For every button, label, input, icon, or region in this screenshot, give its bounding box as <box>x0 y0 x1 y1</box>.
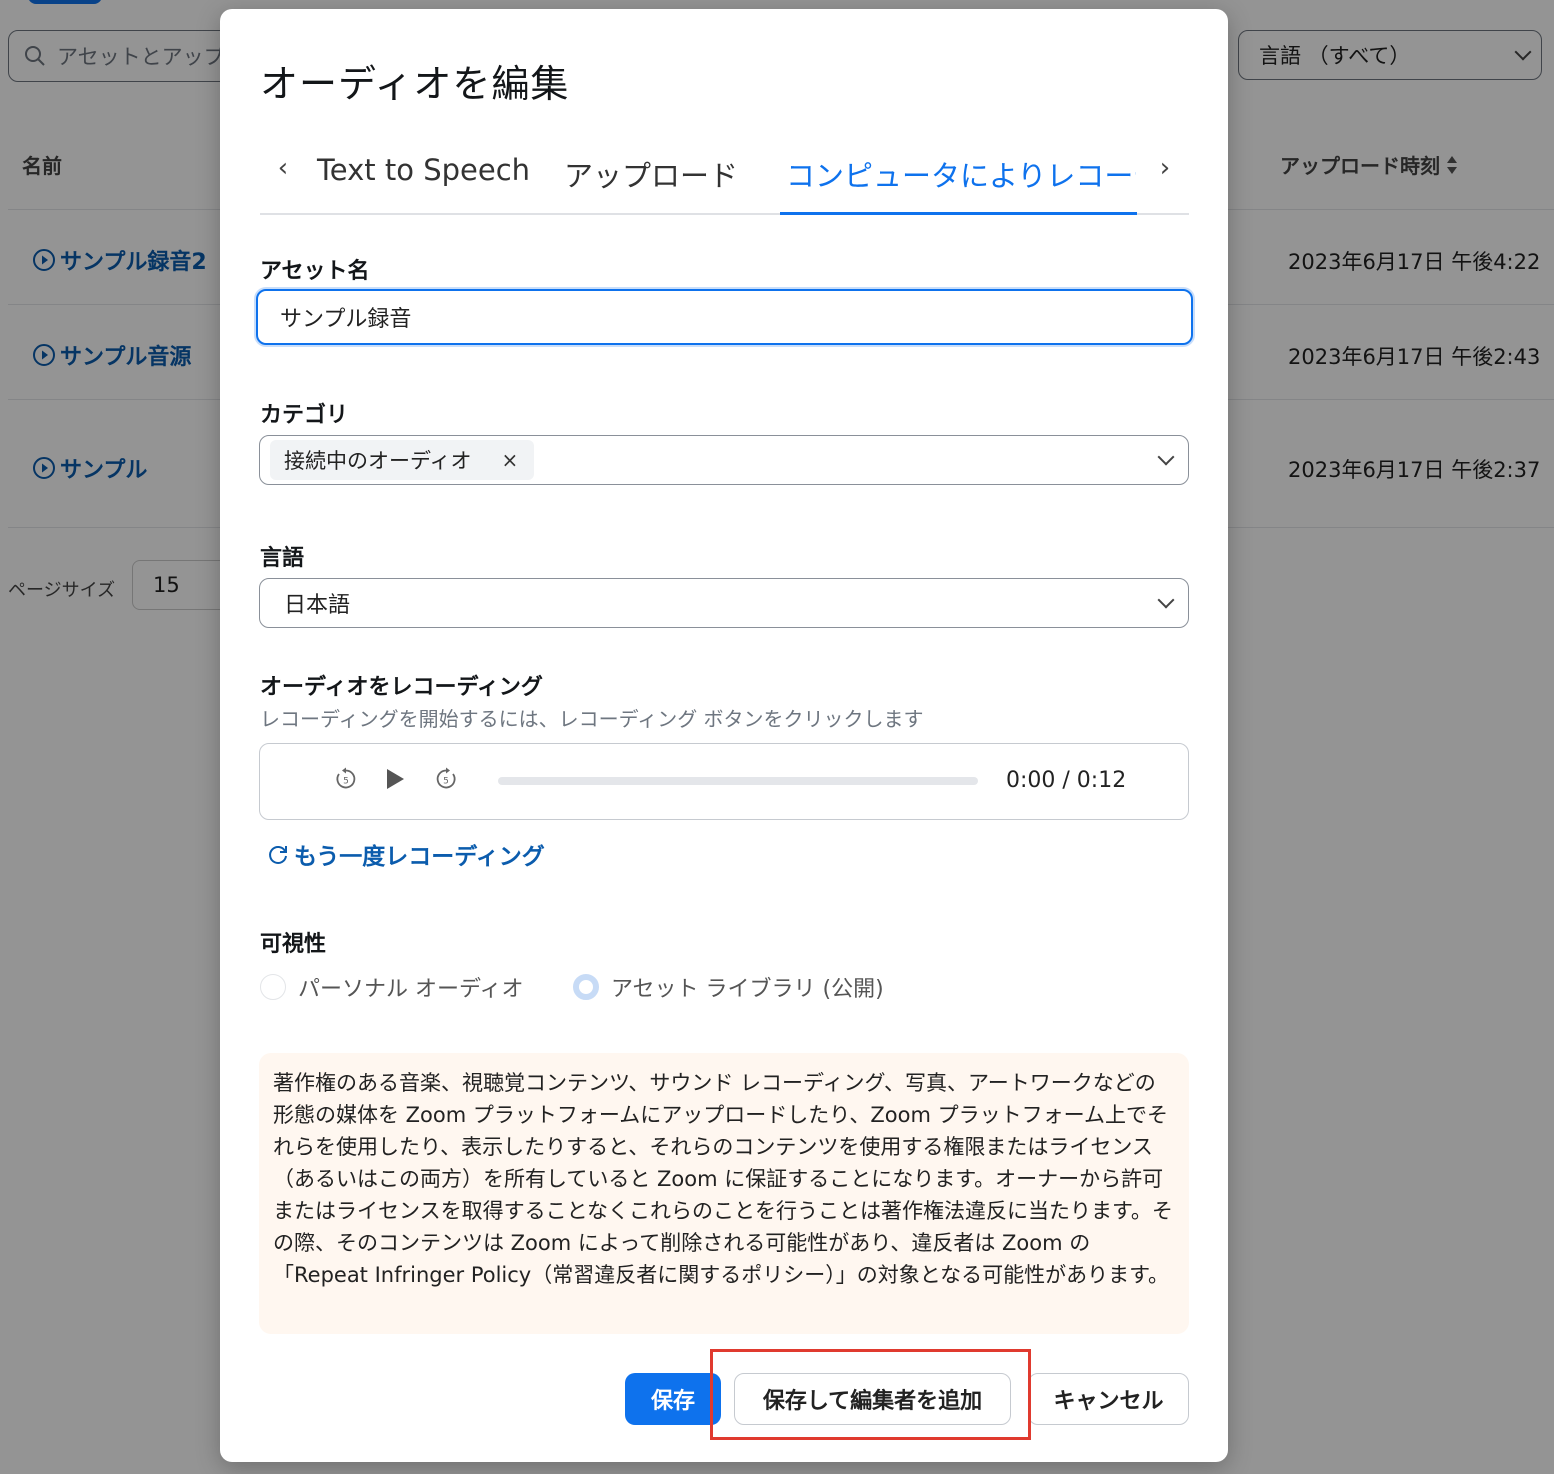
radio-asset-library-label: アセット ライブラリ (公開) <box>611 977 884 1002</box>
radio-button-selected[interactable] <box>573 974 599 1000</box>
recording-label: オーディオをレコーディング <box>260 675 543 700</box>
copyright-notice: 著作権のある音楽、視聴覚コンテンツ、サウンド レコーディング、写真、アートワーク… <box>259 1053 1189 1334</box>
edit-audio-dialog: オーディオを編集 ‹ Text to Speech アップロード コンピュータに… <box>220 9 1228 1462</box>
tab-computer-recording-clip: コンピュータによりレコーディング <box>786 139 1136 209</box>
radio-personal-audio[interactable]: パーソナル オーディオ <box>260 971 523 1003</box>
radio-asset-library[interactable]: アセット ライブラリ (公開) <box>573 971 884 1003</box>
language-select[interactable]: 日本語 <box>259 578 1189 628</box>
rewind-5-icon[interactable]: 5 <box>334 766 358 797</box>
category-chip-label: 接続中のオーディオ <box>284 449 472 473</box>
radio-personal-audio-label: パーソナル オーディオ <box>298 977 524 1002</box>
highlight-box <box>710 1349 1031 1440</box>
tab-bar: ‹ Text to Speech アップロード コンピュータによりレコーディング… <box>260 139 1189 215</box>
tab-text-to-speech[interactable]: Text to Speech <box>317 153 530 187</box>
category-select[interactable]: 接続中のオーディオ × <box>259 435 1189 485</box>
tab-computer-recording[interactable]: コンピュータによりレコーディング <box>786 153 1136 195</box>
radio-button[interactable] <box>260 974 286 1000</box>
refresh-icon <box>269 846 287 864</box>
forward-seconds: 5 <box>443 777 449 787</box>
playback-time: 0:00 / 0:12 <box>1006 768 1127 793</box>
tab-upload[interactable]: アップロード <box>564 153 738 195</box>
close-icon[interactable]: × <box>502 448 519 472</box>
rerecord-link[interactable]: もう一度レコーディング <box>266 837 545 871</box>
cancel-button[interactable]: キャンセル <box>1028 1373 1189 1425</box>
playback-progress-bar[interactable] <box>498 777 978 785</box>
asset-name-input[interactable]: サンプル録音 <box>256 289 1193 345</box>
chevron-down-icon <box>1157 591 1175 609</box>
play-icon[interactable] <box>384 767 406 796</box>
language-value: 日本語 <box>284 593 351 618</box>
save-button[interactable]: 保存 <box>625 1373 721 1425</box>
rerecord-label: もう一度レコーディング <box>294 844 545 870</box>
chevron-down-icon <box>1157 448 1175 466</box>
dialog-title: オーディオを編集 <box>260 62 570 106</box>
category-chip: 接続中のオーディオ × <box>270 440 535 480</box>
asset-name-label: アセット名 <box>260 259 370 284</box>
rewind-seconds: 5 <box>343 777 349 787</box>
active-tab-indicator <box>780 212 1137 215</box>
category-label: カテゴリ <box>260 403 349 428</box>
recording-hint: レコーディングを開始するには、レコーディング ボタンをクリックします <box>260 707 924 731</box>
language-label: 言語 <box>260 546 305 571</box>
tab-scroll-left-icon[interactable]: ‹ <box>268 153 298 183</box>
audio-player: 5 5 0:00 / 0:12 <box>259 743 1189 820</box>
visibility-label: 可視性 <box>260 932 327 957</box>
tab-scroll-right-icon[interactable]: › <box>1150 153 1180 183</box>
forward-5-icon[interactable]: 5 <box>434 766 458 797</box>
